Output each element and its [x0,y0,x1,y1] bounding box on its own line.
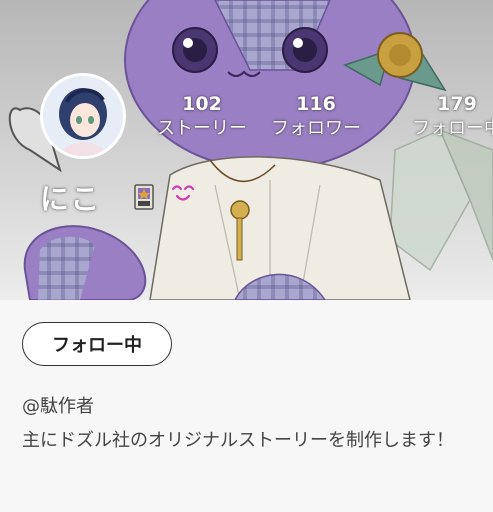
following-button[interactable]: フォロー中 [22,322,172,366]
avatar-icon [43,76,123,156]
stat-stories-count: 102 [182,93,222,115]
stat-following-label: フォロー中 [412,118,493,139]
stat-stories[interactable]: 102 ストーリー [142,92,262,142]
profile-banner: 102 ストーリー 116 フォロワー 179 フォロー中 にこ [0,0,493,300]
avatar[interactable] [40,73,126,159]
stat-followers[interactable]: 116 フォロワー [256,92,376,142]
user-name: にこ [40,182,102,216]
stat-following-count: 179 [437,93,477,115]
stat-following[interactable]: 179 フォロー中 [392,92,493,142]
stat-followers-count: 116 [296,93,336,115]
stat-stories-label: ストーリー [157,118,247,139]
bio-text: 主にドズル社のオリジナルストーリーを制作します！ [22,430,454,451]
author-handle: @駄作者 [22,396,94,417]
profile-details: フォロー中 @駄作者 主にドズル社のオリジナルストーリーを制作します！ [0,300,493,512]
stat-followers-label: フォロワー [271,118,361,139]
card-badge-icon [134,184,154,210]
smile-icon [171,185,195,201]
